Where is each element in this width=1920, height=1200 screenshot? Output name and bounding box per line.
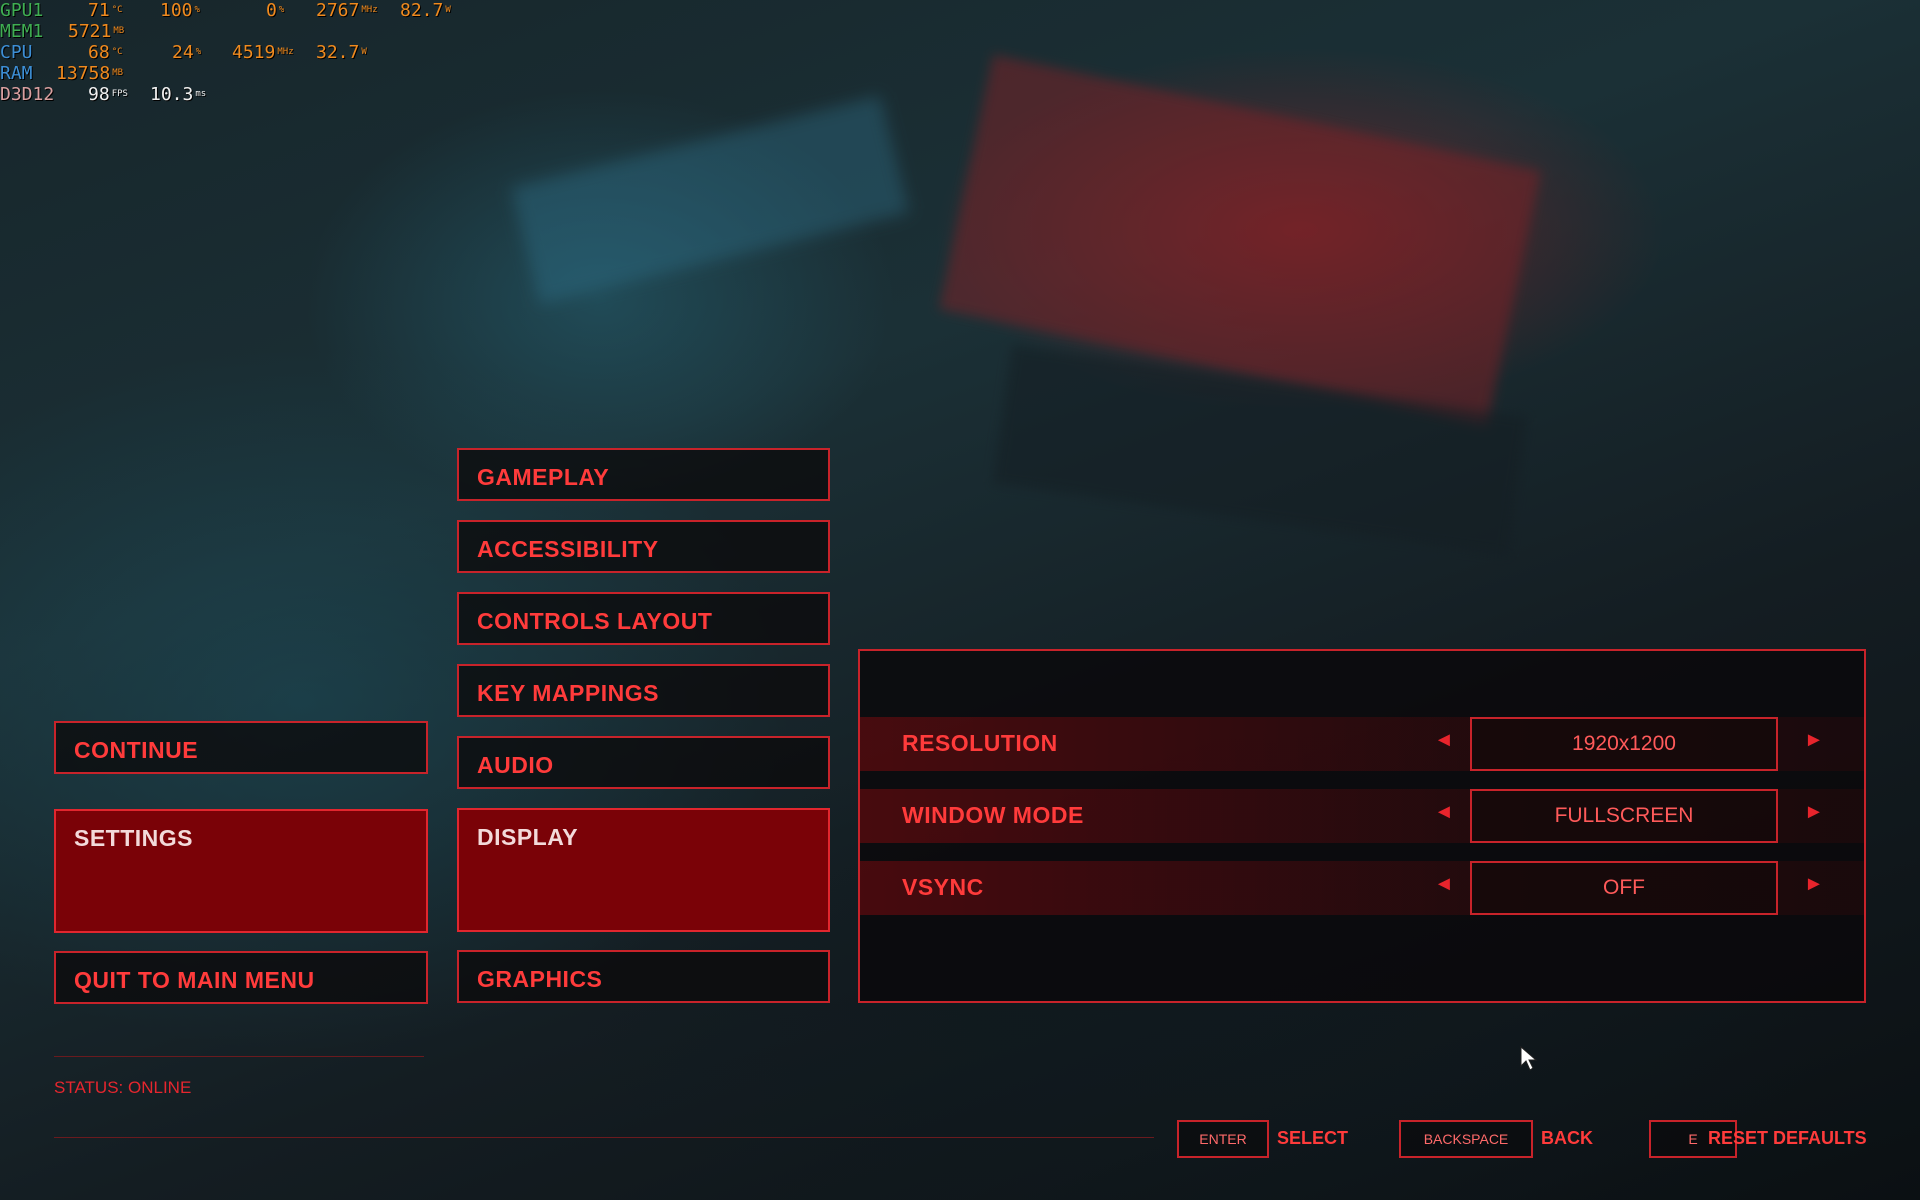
window-mode-value[interactable]: FULLSCREEN (1470, 789, 1778, 843)
hud-ram-unit: MB (112, 68, 124, 78)
tab-audio[interactable]: AUDIO (457, 736, 830, 789)
arrow-left-icon[interactable]: ◄ (1434, 729, 1454, 752)
enter-keycap[interactable]: ENTER (1177, 1120, 1269, 1158)
setting-label: WINDOW MODE (902, 802, 1084, 828)
hud-gpu-power-unit: W (445, 5, 451, 15)
hud-frametime-unit: ms (195, 89, 207, 99)
hud-mem-label: MEM1 (0, 21, 44, 42)
hud-cpu-power: 32.7 (316, 42, 360, 63)
vsync-value[interactable]: OFF (1470, 861, 1778, 915)
hud-frametime: 10.3 (150, 84, 194, 105)
hud-gpu-label: GPU1 (0, 0, 44, 21)
tab-controls-layout[interactable]: CONTROLS LAYOUT (457, 592, 830, 645)
tab-key-mappings[interactable]: KEY MAPPINGS (457, 664, 830, 717)
hud-mem-value: 5721 (68, 21, 112, 42)
hud-cpu-label: CPU (0, 42, 33, 63)
continue-button[interactable]: CONTINUE (54, 721, 428, 774)
performance-overlay: GPU1 71 °C 100% 0% 2767 MHz 82.7 W MEM1 572… (0, 0, 470, 105)
hud-gpu-power: 82.7 (400, 0, 444, 21)
hud-gpu-fan: 0 (266, 0, 277, 21)
status-divider (54, 1056, 424, 1057)
hud-gpu-temp-unit: °C (111, 5, 123, 15)
hud-cpu-temp-unit: °C (111, 47, 123, 57)
arrow-right-icon[interactable]: ► (1804, 729, 1824, 752)
setting-row-resolution: RESOLUTION ◄ 1920x1200 ► (860, 717, 1864, 771)
hud-ram-value: 13758 (56, 63, 111, 84)
hud-cpu-clock-unit: MHz (277, 47, 294, 57)
hud-gpu-load-unit: % (194, 5, 200, 15)
hud-cpu-load: 24 (172, 42, 194, 63)
hud-gpu-clock-unit: MHz (361, 5, 378, 15)
hud-api-label: D3D12 (0, 84, 55, 105)
hud-cpu-power-unit: W (361, 47, 367, 57)
hud-gpu-temp: 71 (88, 0, 110, 21)
hud-mem-unit: MB (113, 26, 125, 36)
hud-cpu-row: CPU 68 °C 24% 4519 MHz 32.7 W (0, 42, 470, 63)
hud-ram-row: RAM 13758 MB (0, 63, 470, 84)
backspace-keycap[interactable]: BACKSPACE (1399, 1120, 1533, 1158)
hud-gpu-row: GPU1 71 °C 100% 0% 2767 MHz 82.7 W (0, 0, 470, 21)
hud-fps-unit: FPS (111, 89, 128, 99)
hud-gpu-clock: 2767 (316, 0, 360, 21)
footer-divider (54, 1137, 1154, 1138)
hud-cpu-load-unit: % (195, 47, 202, 57)
quit-to-main-menu-button[interactable]: QUIT TO MAIN MENU (54, 951, 428, 1004)
setting-row-vsync: VSYNC ◄ OFF ► (860, 861, 1864, 915)
tab-gameplay[interactable]: GAMEPLAY (457, 448, 830, 501)
setting-label: RESOLUTION (902, 730, 1058, 756)
tab-accessibility[interactable]: ACCESSIBILITY (457, 520, 830, 573)
back-hint: BACK (1541, 1128, 1593, 1148)
background-blue-structure (511, 95, 909, 305)
hud-cpu-temp: 68 (88, 42, 110, 63)
hud-fps: 98 (88, 84, 110, 105)
hud-mem-row: MEM1 5721 MB (0, 21, 470, 42)
hud-ram-label: RAM (0, 63, 33, 84)
setting-label: VSYNC (902, 874, 984, 900)
mouse-cursor-icon (1520, 1046, 1538, 1071)
status-text: STATUS: ONLINE (54, 1078, 192, 1097)
arrow-right-icon[interactable]: ► (1804, 801, 1824, 824)
hud-gpu-fan-unit: % (278, 5, 285, 15)
hud-api-row: D3D12 98 FPS 10.3 ms (0, 84, 470, 105)
hud-gpu-load: 100 (160, 0, 193, 21)
display-settings-panel: RESOLUTION ◄ 1920x1200 ► WINDOW MODE ◄ F… (858, 649, 1866, 1003)
tab-display[interactable]: DISPLAY (457, 808, 830, 932)
select-hint: SELECT (1277, 1128, 1349, 1148)
resolution-value[interactable]: 1920x1200 (1470, 717, 1778, 771)
setting-row-window-mode: WINDOW MODE ◄ FULLSCREEN ► (860, 789, 1864, 843)
background-red-machine (939, 54, 1541, 426)
settings-button[interactable]: SETTINGS (54, 809, 428, 933)
tab-graphics[interactable]: GRAPHICS (457, 950, 830, 1003)
arrow-right-icon[interactable]: ► (1804, 873, 1824, 896)
arrow-left-icon[interactable]: ◄ (1434, 873, 1454, 896)
hud-cpu-clock: 4519 (232, 42, 276, 63)
background-dark-structure (992, 344, 1528, 556)
reset-defaults-hint: RESET DEFAULTS (1708, 1128, 1867, 1148)
arrow-left-icon[interactable]: ◄ (1434, 801, 1454, 824)
